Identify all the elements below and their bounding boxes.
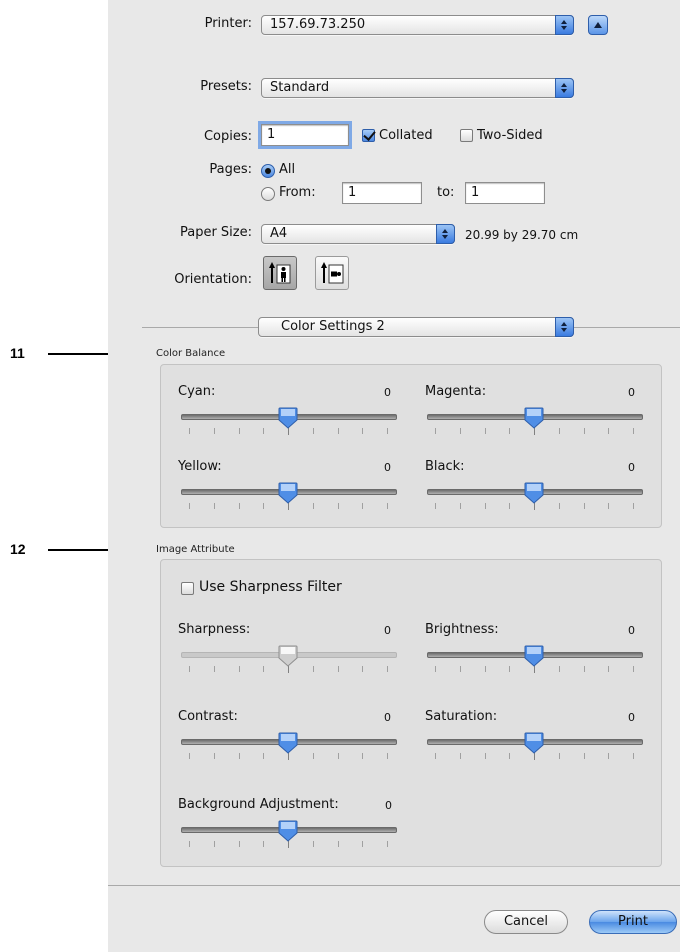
slider-ticks: [427, 427, 641, 435]
popup-arrows-icon: [555, 317, 574, 337]
callout-11: 11: [10, 345, 25, 361]
panel-popup[interactable]: Color Settings 2: [258, 317, 574, 337]
separator-left: [142, 327, 258, 328]
popup-arrows-icon: [555, 78, 574, 98]
color-balance-title: Color Balance: [156, 348, 226, 359]
pages-to-input[interactable]: 1: [465, 182, 545, 204]
slider-knob-icon[interactable]: [278, 482, 298, 504]
slider-value-saturation: 0: [628, 711, 635, 724]
pages-all-label: All: [279, 162, 296, 177]
slider-value-sharpness: 0: [384, 624, 391, 637]
slider-label-brightness: Brightness:: [425, 622, 499, 637]
slider-ticks: [181, 665, 395, 673]
callout-12: 12: [10, 541, 26, 557]
slider-knob-icon[interactable]: [278, 820, 298, 842]
separator-right: [574, 327, 680, 328]
slider-label-black: Black:: [425, 459, 465, 474]
slider-value-brightness: 0: [628, 624, 635, 637]
panel-popup-value: Color Settings 2: [281, 319, 385, 334]
bottom-separator: [108, 885, 680, 886]
background-adjustment-slider[interactable]: [181, 816, 397, 856]
slider-ticks: [181, 502, 395, 510]
sharpness-filter-checkbox[interactable]: [181, 582, 194, 595]
presets-popup[interactable]: Standard: [261, 78, 574, 98]
slider-label-saturation: Saturation:: [425, 709, 498, 724]
copies-label: Copies:: [203, 129, 252, 144]
sharpness-slider[interactable]: [181, 641, 397, 681]
popup-arrows-icon: [436, 224, 455, 244]
slider-knob-icon[interactable]: [524, 407, 544, 429]
print-dialog: Printer: 157.69.73.250 Presets: Standard…: [108, 0, 680, 952]
copies-input[interactable]: 1: [261, 124, 349, 146]
slider-ticks: [427, 502, 641, 510]
printer-popup[interactable]: 157.69.73.250: [261, 15, 574, 35]
slider-ticks: [181, 752, 395, 760]
collated-label: Collated: [379, 128, 433, 143]
portrait-orientation-button[interactable]: [263, 256, 297, 290]
slider-label-magenta: Magenta:: [425, 384, 487, 399]
black-slider[interactable]: [427, 478, 643, 518]
slider-knob-icon[interactable]: [524, 482, 544, 504]
slider-knob-icon[interactable]: [278, 407, 298, 429]
slider-ticks: [427, 752, 641, 760]
paper-size-popup[interactable]: A4: [261, 224, 455, 244]
paper-dimensions: 20.99 by 29.70 cm: [465, 228, 579, 242]
slider-value-yellow: 0: [384, 461, 391, 474]
paper-size-value: A4: [270, 226, 288, 241]
slider-knob-icon[interactable]: [278, 645, 298, 667]
presets-label: Presets:: [200, 79, 252, 94]
pages-to-label: to:: [437, 185, 455, 200]
slider-value-cyan: 0: [384, 386, 391, 399]
cyan-slider[interactable]: [181, 403, 397, 443]
landscape-orientation-button[interactable]: [315, 256, 349, 290]
slider-label-contrast: Contrast:: [178, 709, 238, 724]
cancel-button[interactable]: Cancel: [484, 910, 568, 934]
slider-knob-icon[interactable]: [278, 732, 298, 754]
pages-from-input[interactable]: 1: [342, 182, 422, 204]
slider-ticks: [427, 665, 641, 673]
saturation-slider[interactable]: [427, 728, 643, 768]
pages-label: Pages:: [209, 162, 252, 177]
magenta-slider[interactable]: [427, 403, 643, 443]
yellow-slider[interactable]: [181, 478, 397, 518]
brightness-slider[interactable]: [427, 641, 643, 681]
presets-value: Standard: [270, 80, 330, 95]
slider-label-sharpness: Sharpness:: [178, 622, 251, 637]
slider-ticks: [181, 840, 395, 848]
slider-knob-icon[interactable]: [524, 732, 544, 754]
pages-from-radio[interactable]: [261, 187, 275, 201]
image-attribute-group: Use Sharpness Filter Sharpness: 0 Bright…: [160, 559, 662, 867]
paper-size-label: Paper Size:: [179, 225, 252, 240]
two-sided-checkbox[interactable]: [460, 129, 473, 142]
image-attribute-title: Image Attribute: [156, 544, 235, 555]
disclosure-triangle-icon[interactable]: [588, 15, 608, 35]
slider-value-contrast: 0: [384, 711, 391, 724]
slider-label-background-adjustment: Background Adjustment:: [178, 797, 339, 812]
slider-label-yellow: Yellow:: [178, 459, 222, 474]
collated-checkbox[interactable]: [362, 129, 375, 142]
slider-value-magenta: 0: [628, 386, 635, 399]
slider-value-black: 0: [628, 461, 635, 474]
printer-label: Printer:: [204, 16, 252, 31]
portrait-icon: [269, 262, 291, 284]
slider-ticks: [181, 427, 395, 435]
sharpness-filter-label: Use Sharpness Filter: [199, 579, 342, 595]
slider-knob-icon[interactable]: [524, 645, 544, 667]
printer-value: 157.69.73.250: [270, 17, 366, 32]
pages-all-radio[interactable]: [261, 164, 275, 178]
two-sided-label: Two-Sided: [477, 128, 543, 143]
color-balance-group: Cyan: 0 Magenta: 0 Yellow: 0 Black: 0: [160, 364, 662, 528]
slider-value-background-adjustment: 0: [385, 799, 392, 812]
slider-label-cyan: Cyan:: [178, 384, 216, 399]
landscape-icon: [321, 262, 344, 284]
popup-arrows-icon: [555, 15, 574, 35]
orientation-label: Orientation:: [174, 272, 252, 287]
contrast-slider[interactable]: [181, 728, 397, 768]
print-button[interactable]: Print: [589, 910, 677, 934]
pages-from-label: From:: [279, 185, 316, 200]
